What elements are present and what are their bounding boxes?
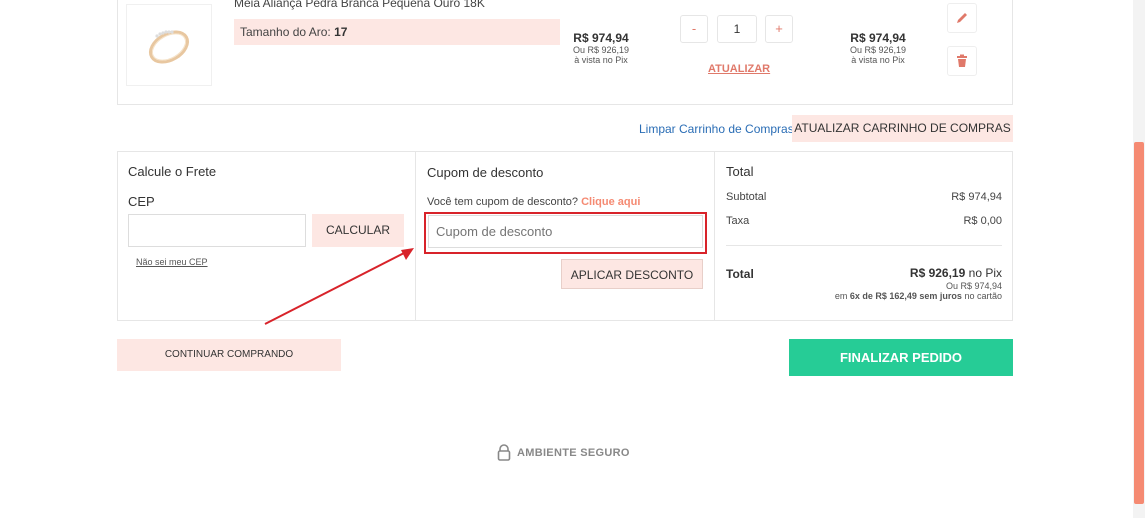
coupon-input[interactable] — [428, 215, 703, 248]
shipping-title: Calcule o Frete — [128, 164, 217, 179]
checkout-button[interactable]: FINALIZAR PEDIDO — [789, 339, 1013, 376]
installments-prefix: em — [834, 291, 848, 301]
unit-price-pix-1: Ou R$ 926,19 — [572, 45, 630, 55]
total-pix-value: R$ 926,19 — [909, 266, 966, 280]
continue-shopping-button[interactable]: CONTINUAR COMPRANDO — [117, 339, 341, 371]
coupon-click-here-link[interactable]: Clique aqui — [581, 196, 640, 208]
variant-info: Tamanho do Aro: 17 — [234, 19, 560, 45]
trash-icon — [957, 54, 967, 67]
total-pix-suffix: no Pix — [968, 266, 1002, 280]
unit-price-block: R$ 974,94 Ou R$ 926,19 à vista no Pix — [565, 31, 637, 65]
dont-know-cep-link[interactable]: Não sei meu CEP — [136, 257, 208, 267]
cep-label: CEP — [128, 194, 155, 209]
item-total-price: R$ 974,94 — [850, 31, 906, 45]
qty-decrease-button[interactable]: - — [680, 15, 708, 43]
subtotal-value: R$ 974,94 — [951, 191, 1002, 203]
update-cart-button[interactable]: ATUALIZAR CARRINHO DE COMPRAS — [792, 115, 1013, 142]
totals-title: Total — [726, 164, 754, 179]
coupon-question-text: Você tem cupom de desconto? — [427, 196, 579, 208]
apply-discount-button[interactable]: APLICAR DESCONTO — [561, 259, 703, 289]
pencil-icon — [957, 13, 967, 23]
variant-label: Tamanho do Aro: — [240, 25, 331, 39]
installments-line: em 6x de R$ 162,49 sem juros no cartão — [790, 291, 1002, 301]
unit-price-pix-2: à vista no Pix — [574, 55, 628, 65]
installments-bold: 6x de R$ 162,49 sem juros — [849, 291, 962, 301]
qty-increase-button[interactable]: + — [765, 15, 793, 43]
annotation-arrow-icon — [264, 248, 414, 325]
item-total-pix-1: Ou R$ 926,19 — [849, 45, 907, 55]
tax-label: Taxa — [726, 215, 750, 227]
clear-cart-link[interactable]: Limpar Carrinho de Compras — [639, 122, 794, 136]
total-price-block: R$ 974,94 Ou R$ 926,19 à vista no Pix — [842, 31, 914, 65]
total-label: Total — [726, 267, 754, 281]
product-thumbnail[interactable] — [126, 4, 212, 86]
item-total-pix-2: à vista no Pix — [851, 55, 905, 65]
ring-icon — [149, 30, 189, 64]
product-name[interactable]: Meia Aliança Pedra Branca Pequena Ouro 1… — [234, 0, 485, 10]
qty-input[interactable]: 1 — [717, 15, 757, 43]
tax-value: R$ 0,00 — [963, 215, 1002, 227]
remove-item-button[interactable] — [947, 46, 977, 76]
coupon-title: Cupom de desconto — [427, 165, 544, 180]
unit-price: R$ 974,94 — [573, 31, 629, 45]
totals-divider — [726, 245, 1002, 246]
installments-suffix: no cartão — [964, 291, 1002, 301]
secure-environment: AMBIENTE SEGURO — [497, 444, 630, 461]
total-pix-line: R$ 926,19 no Pix — [820, 266, 1002, 280]
coupon-question: Você tem cupom de desconto? Clique aqui — [427, 196, 640, 208]
edit-item-button[interactable] — [947, 3, 977, 33]
secure-label: AMBIENTE SEGURO — [517, 446, 630, 459]
subtotal-label: Subtotal — [726, 191, 767, 203]
total-full-price: Ou R$ 974,94 — [945, 281, 1002, 291]
variant-value: 17 — [334, 25, 348, 39]
scrollbar-thumb[interactable] — [1134, 142, 1144, 504]
update-item-link[interactable]: ATUALIZAR — [708, 63, 770, 75]
lock-icon — [497, 444, 511, 461]
